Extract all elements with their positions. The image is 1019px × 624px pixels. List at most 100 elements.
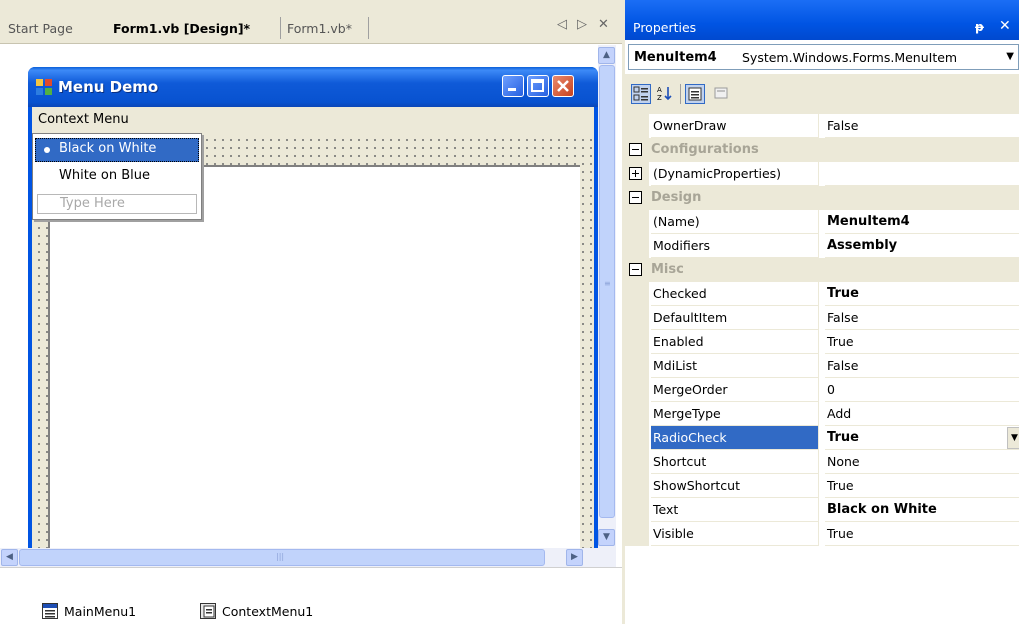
property-row[interactable]: MdiList False [625, 354, 1019, 378]
property-value[interactable]: True [825, 426, 1019, 450]
property-row[interactable]: (Name) MenuItem4 [625, 210, 1019, 234]
property-value[interactable]: MenuItem4 [825, 210, 1019, 234]
maximize-button[interactable] [527, 75, 549, 97]
property-row[interactable]: Enabled True [625, 330, 1019, 354]
scroll-right-button[interactable]: ▶ [566, 549, 583, 566]
close-icon[interactable]: ✕ [999, 18, 1011, 34]
minimize-button[interactable] [502, 75, 524, 97]
properties-view-button[interactable] [685, 84, 705, 104]
property-name: (DynamicProperties) [651, 162, 819, 186]
property-row[interactable]: Checked True [625, 282, 1019, 306]
horizontal-scrollbar[interactable]: ◀ ||| ▶ [0, 548, 616, 567]
properties-titlebar: Properties ᵽ ✕ [625, 0, 1019, 40]
tray-item-main-menu[interactable]: MainMenu1 [42, 603, 136, 619]
property-row[interactable]: Visible True [625, 522, 1019, 546]
properties-icon [688, 87, 702, 101]
pin-icon[interactable]: ᵽ [975, 20, 984, 34]
document-tab-bar: Start Page Form1.vb [Design]* Form1.vb* … [0, 0, 622, 44]
property-value[interactable]: True [825, 522, 1019, 546]
property-value[interactable]: 0 [825, 378, 1019, 402]
property-row[interactable]: MergeType Add [625, 402, 1019, 426]
scroll-down-button[interactable]: ▼ [598, 529, 615, 546]
property-row[interactable]: Text Black on White [625, 498, 1019, 522]
form-panel[interactable] [48, 165, 580, 549]
form-titlebar[interactable]: Menu Demo [28, 67, 598, 107]
property-row[interactable]: Shortcut None [625, 450, 1019, 474]
property-row[interactable]: MergeOrder 0 [625, 378, 1019, 402]
property-value[interactable]: False [825, 306, 1019, 330]
scroll-left-button[interactable]: ◀ [1, 549, 18, 566]
tab-scroll-left-icon[interactable]: ◁ [557, 17, 567, 32]
properties-toolbar: A Z [625, 74, 1019, 114]
property-value[interactable]: Black on White [825, 498, 1019, 522]
property-row[interactable]: OwnerDraw False [625, 114, 1019, 138]
grid-gutter [625, 354, 649, 378]
category-misc[interactable]: Misc [625, 258, 1019, 282]
vertical-scroll-thumb[interactable]: ≡ [599, 65, 615, 518]
property-row[interactable]: Modifiers Assembly [625, 234, 1019, 258]
collapse-icon[interactable] [629, 263, 642, 276]
component-tray: MainMenu1 ContextMenu1 [0, 567, 622, 624]
property-row[interactable]: DefaultItem False [625, 306, 1019, 330]
grid-gutter [625, 282, 649, 306]
property-value[interactable]: Add [825, 402, 1019, 426]
collapse-icon[interactable] [629, 143, 642, 156]
close-icon [557, 80, 569, 92]
property-value[interactable] [825, 162, 1019, 186]
property-name: Shortcut [651, 450, 819, 474]
property-grid-empty-area [625, 546, 1019, 624]
grid-gutter [625, 474, 649, 498]
grid-gutter [625, 402, 649, 426]
grid-gutter [625, 378, 649, 402]
chevron-down-icon[interactable]: ▼ [1007, 427, 1019, 449]
property-name: Enabled [651, 330, 819, 354]
menubar-context-menu-label[interactable]: Context Menu [38, 112, 129, 127]
property-name: MergeOrder [651, 378, 819, 402]
tab-form-code[interactable]: Form1.vb* [287, 18, 352, 40]
property-value[interactable]: False [825, 354, 1019, 378]
scroll-up-button[interactable]: ▲ [598, 47, 615, 64]
property-name: DefaultItem [651, 306, 819, 330]
property-row[interactable]: ShowShortcut True [625, 474, 1019, 498]
menu-type-here[interactable]: Type Here [37, 194, 197, 214]
vertical-scrollbar[interactable]: ▲ ≡ ▼ [598, 45, 616, 549]
property-value[interactable]: True [825, 330, 1019, 354]
property-value[interactable]: True [825, 474, 1019, 498]
property-name: Modifiers [651, 234, 819, 258]
close-document-icon[interactable]: ✕ [598, 17, 609, 32]
toolbar-separator [680, 84, 681, 104]
property-row[interactable]: (DynamicProperties) [625, 162, 1019, 186]
svg-text:A: A [657, 86, 662, 94]
menu-item-white-on-blue[interactable]: White on Blue [35, 165, 199, 189]
property-pages-button[interactable] [711, 84, 731, 104]
category-configurations[interactable]: Configurations [625, 138, 1019, 162]
chevron-down-icon[interactable]: ▼ [1006, 51, 1014, 62]
property-name: MdiList [651, 354, 819, 378]
grid-gutter [625, 210, 649, 234]
property-value[interactable]: None [825, 450, 1019, 474]
category-name: Misc [651, 262, 684, 277]
tab-scroll-right-icon[interactable]: ▷ [577, 17, 587, 32]
grid-gutter [625, 450, 649, 474]
property-value[interactable]: True [825, 282, 1019, 306]
close-button[interactable] [552, 75, 574, 97]
category-design[interactable]: Design [625, 186, 1019, 210]
property-value[interactable]: False [825, 114, 1019, 138]
property-name: Text [651, 498, 819, 522]
category-name: Design [651, 190, 702, 205]
categorized-button[interactable] [631, 84, 651, 104]
property-row-selected[interactable]: RadioCheck True ▼ [625, 426, 1019, 450]
object-selector[interactable]: MenuItem4 System.Windows.Forms.MenuItem … [628, 44, 1019, 70]
property-name: RadioCheck [651, 426, 819, 450]
property-value[interactable]: Assembly [825, 234, 1019, 258]
tab-start-page[interactable]: Start Page [8, 18, 73, 40]
menu-item-black-on-white[interactable]: Black on White [35, 138, 199, 162]
collapse-icon[interactable] [629, 191, 642, 204]
tray-item-context-menu[interactable]: ContextMenu1 [200, 603, 313, 619]
alphabetical-button[interactable]: A Z [655, 84, 675, 104]
designer-pane: Start Page Form1.vb [Design]* Form1.vb* … [0, 0, 622, 624]
expand-icon[interactable] [629, 167, 642, 180]
type-here-label: Type Here [60, 196, 125, 211]
horizontal-scroll-thumb[interactable]: ||| [19, 549, 545, 566]
tab-form-design[interactable]: Form1.vb [Design]* [113, 18, 250, 40]
